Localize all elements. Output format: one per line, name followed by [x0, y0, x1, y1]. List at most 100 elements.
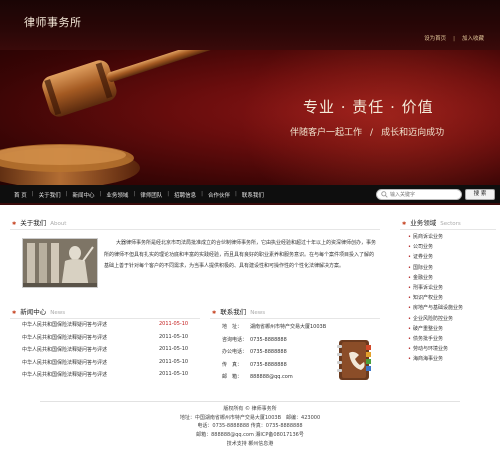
news-item-date: 2011-05-10 — [159, 321, 189, 327]
news-item-date: 2011-05-10 — [159, 333, 189, 340]
section-star-icon: ✱ — [12, 310, 17, 316]
about-image — [22, 238, 98, 288]
nav-item-services[interactable]: 业务领域 — [106, 191, 128, 199]
nav-divider: | — [31, 191, 34, 197]
hero-banner: 专业 · 责任 · 价值 伴随客户一起工作 / 成长和迈向成功 — [0, 50, 500, 185]
sidebar-item[interactable]: • 证券业务 — [408, 253, 496, 263]
news-title-en: News — [50, 310, 66, 316]
news-item-title[interactable]: 中华人民共和国保险法释疑问答与评述 — [22, 321, 107, 328]
bullet-icon: • — [408, 295, 411, 302]
footer-email: 邮箱：888888@qq.com 湘ICP备08017136号 — [196, 432, 304, 439]
news-item-title[interactable]: 中华人民共和国保险法释疑问答与评述 — [22, 346, 107, 353]
footer-copyright: 版权所有 © 律师事务所 — [223, 406, 277, 412]
nav-divider: | — [235, 191, 237, 197]
nav-item-home[interactable]: 首 页 — [14, 191, 27, 199]
news-item-date: 2011-05-10 — [159, 358, 189, 365]
sidebar-item[interactable]: • 破产重整业务 — [408, 325, 496, 335]
news-item-title[interactable]: 中华人民共和国保险法释疑问答与评述 — [22, 359, 107, 366]
news-list: 中华人民共和国保险法释疑问答与评述 2011-05-10 中华人民共和国保险法释… — [20, 321, 198, 384]
sidebar-item[interactable]: • 公司业务 — [408, 243, 496, 253]
nav-divider: | — [167, 191, 170, 197]
footer-address: 地址：中国湖南省郴州市特产交易大厦1003B 邮编：423000 — [179, 414, 321, 421]
news-item-title[interactable]: 中华人民共和国保险法释疑问答与评述 — [22, 334, 107, 341]
top-link-divider: | — [453, 36, 455, 42]
nav-divider: | — [201, 191, 203, 197]
statue-image — [23, 239, 97, 287]
nav-item-team[interactable]: 律师团队 — [140, 191, 162, 199]
nav-item-partners[interactable]: 合作伙伴 — [208, 191, 230, 199]
top-links: 设为首页 | 加入收藏 — [424, 34, 484, 42]
contact-title[interactable]: 联系我们 — [220, 308, 246, 316]
news-item-title[interactable]: 中华人民共和国保险法释疑问答与评述 — [22, 371, 107, 378]
bullet-icon: • — [408, 356, 411, 363]
banner-slogan-sub-1: 伴随客户一起工作 — [290, 128, 363, 138]
header-bar: 律师事务所 设为首页 | 加入收藏 — [0, 0, 500, 50]
list-item[interactable]: 中华人民共和国保险法释疑问答与评述 2011-05-10 — [20, 346, 198, 359]
services-title-en: Sectors — [440, 221, 461, 227]
sidebar-item[interactable]: • 债务批手业务 — [408, 335, 496, 345]
site-logo[interactable]: 律师事务所 — [24, 14, 82, 30]
nav-divider: | — [99, 191, 102, 197]
banner-slogan-slash: / — [370, 128, 374, 138]
footer-phone: 电话：0735-8888888 传真：0735-8888888 — [197, 423, 303, 430]
services-title[interactable]: 业务领域 — [410, 219, 436, 227]
section-star-icon: ✱ — [212, 310, 217, 316]
banner-slogan-sub: 伴随客户一起工作 / 成长和迈向成功 — [290, 125, 444, 138]
nav-item-jobs[interactable]: 招聘信息 — [174, 191, 196, 199]
banner-glow — [240, 50, 500, 185]
section-divider — [400, 229, 496, 230]
sidebar-item[interactable]: • 海商海事业务 — [408, 355, 496, 365]
address-book-icon — [337, 340, 371, 380]
list-item[interactable]: 中华人民共和国保险法释疑问答与评述 2011-05-10 — [20, 359, 198, 372]
sidebar-item[interactable]: • 房地产与基础设施业务 — [408, 304, 496, 314]
list-item[interactable]: 中华人民共和国保险法释疑问答与评述 2011-05-10 — [20, 321, 198, 334]
search-input[interactable] — [390, 191, 458, 199]
section-star-icon: ✱ — [402, 221, 407, 227]
nav-divider: | — [65, 191, 68, 197]
nav-item-contact[interactable]: 联系我们 — [242, 191, 264, 199]
sidebar-item[interactable]: • 劳动与环境业务 — [408, 345, 496, 355]
nav-item-news[interactable]: 新闻中心 — [72, 191, 94, 199]
search-icon — [381, 191, 388, 198]
bullet-icon: • — [408, 284, 411, 291]
sidebar-item[interactable]: • 国际业务 — [408, 264, 496, 274]
sidebar-item[interactable]: • 刑事诉讼业务 — [408, 284, 496, 294]
list-item[interactable]: 中华人民共和国保险法释疑问答与评述 2011-05-10 — [20, 334, 198, 347]
section-divider — [210, 318, 380, 319]
list-item[interactable]: 中华人民共和国保险法释疑问答与评述 2011-05-10 — [20, 371, 198, 384]
main-content: ✱ 关于我们 About 大器律师事务所是经北京市司法局批准成立的合伙制律师事务所，… — [0, 207, 500, 464]
bullet-icon: • — [408, 325, 411, 332]
banner-slogan-main: 专业 · 责任 · 价值 — [303, 98, 434, 116]
sidebar-item[interactable]: • 企业风险防控业务 — [408, 315, 496, 325]
search-button[interactable]: 搜 索 — [465, 189, 495, 200]
about-title[interactable]: 关于我们 — [20, 219, 46, 227]
about-title-en: About — [50, 221, 67, 227]
gavel-image — [0, 50, 223, 185]
sidebar-item[interactable]: • 金融业务 — [408, 274, 496, 284]
footer: 版权所有 © 律师事务所 地址：中国湖南省郴州市特产交易大厦1003B 邮编：4… — [0, 405, 500, 449]
sidebar-item[interactable]: • 民商诉讼业务 — [408, 233, 496, 243]
bullet-icon: • — [408, 264, 411, 271]
contact-title-en: News — [250, 310, 266, 316]
nav-divider: | — [133, 191, 136, 197]
set-homepage-link[interactable]: 设为首页 — [424, 36, 446, 42]
bullet-icon: • — [408, 234, 411, 240]
contact-heading: ✱ 联系我们 News — [212, 306, 265, 316]
section-divider — [10, 229, 380, 230]
section-divider — [10, 318, 200, 319]
services-heading: ✱ 业务领域 Sectors — [402, 217, 461, 227]
bullet-icon: • — [408, 305, 411, 312]
news-title[interactable]: 新闻中心 — [20, 308, 46, 316]
bullet-icon: • — [408, 274, 411, 281]
about-text: 大器律师事务所是经北京市司法局批准成立的合伙制律师事务所，它由执业经验和超过十年… — [104, 240, 377, 269]
sidebar-item[interactable]: • 知识产权业务 — [408, 294, 496, 304]
bullet-icon: • — [408, 335, 411, 342]
search-box — [376, 189, 462, 200]
nav-items: 首 页 | 关于我们 | 新闻中心 | 业务领域 | 律师团队 | 招聘信息 | 合作伙伴 |… — [14, 191, 264, 199]
footer-support[interactable]: 技术支持 郴州信息港 — [0, 440, 500, 449]
news-heading: ✱ 新闻中心 News — [12, 306, 65, 316]
nav-item-about[interactable]: 关于我们 — [39, 191, 61, 199]
news-item-date: 2011-05-10 — [159, 346, 189, 352]
add-favorite-link[interactable]: 加入收藏 — [462, 36, 484, 42]
footer-divider — [40, 401, 460, 402]
